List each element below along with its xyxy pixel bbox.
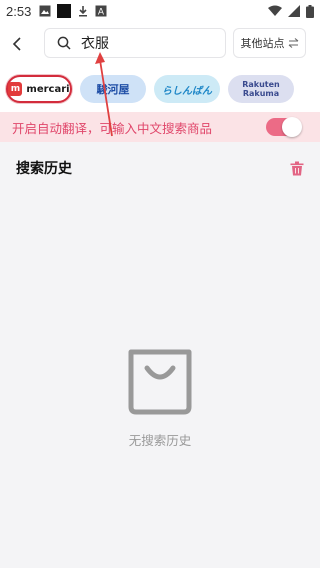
search-value: 衣服 [81, 36, 109, 52]
swap-icon [288, 38, 298, 48]
a-box-icon: A [95, 5, 107, 17]
empty-state-text: 无搜索历史 [128, 433, 192, 448]
search-header: 衣服 其他站点 [0, 22, 320, 66]
other-sites-label: 其他站点 [240, 37, 285, 50]
signal-icon [288, 5, 300, 17]
square-icon [57, 4, 72, 18]
search-history-title: 搜索历史 [16, 161, 72, 177]
battery-icon [306, 4, 314, 18]
site-selector: m mercari 駿河屋 らしんばん Rakuten Rakuma [0, 66, 320, 112]
mercari-logo-icon: m [8, 82, 23, 96]
svg-text:A: A [98, 8, 105, 18]
toggle-knob [282, 117, 302, 137]
shopping-bag-icon [128, 349, 192, 415]
site-label-mercari: mercari [26, 83, 70, 95]
status-bar: 2:53 A [0, 0, 320, 22]
site-rakuma[interactable]: Rakuten Rakuma [228, 75, 294, 103]
search-history-header: 搜索历史 [16, 158, 306, 178]
chevron-left-icon [12, 37, 21, 51]
site-rashinban[interactable]: らしんばん [154, 75, 220, 103]
auto-translate-text: 开启自动翻译，可输入中文搜索商品 [12, 120, 213, 136]
trash-icon [290, 161, 304, 175]
image-icon [39, 5, 51, 17]
site-mercari[interactable]: m mercari [6, 75, 72, 103]
search-input[interactable]: 衣服 [44, 28, 226, 58]
site-label-rakuma-line2: Rakuma [242, 89, 280, 98]
site-label-rakuma-line1: Rakuten [242, 80, 280, 89]
status-right-icons [268, 4, 314, 18]
wifi-icon [268, 5, 282, 16]
auto-translate-toggle[interactable] [266, 117, 302, 137]
empty-state: 无搜索历史 [0, 346, 320, 449]
status-time: 2:53 [6, 3, 32, 19]
site-label-rashinban: らしんばん [162, 85, 212, 97]
site-surugaya[interactable]: 駿河屋 [80, 75, 146, 103]
search-icon [57, 36, 71, 50]
site-label-surugaya: 駿河屋 [96, 83, 130, 96]
clear-history-button[interactable] [288, 159, 306, 177]
auto-translate-bar: 开启自动翻译，可输入中文搜索商品 [0, 112, 320, 142]
other-sites-button[interactable]: 其他站点 [233, 28, 306, 58]
back-button[interactable] [0, 22, 34, 66]
download-icon [79, 6, 88, 17]
status-left-icons: A [39, 4, 107, 18]
